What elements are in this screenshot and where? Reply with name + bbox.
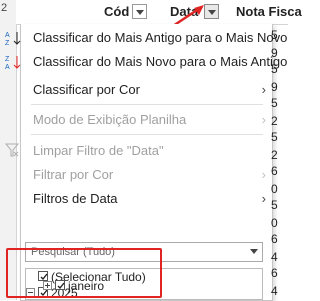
cell-value: 6	[271, 164, 278, 178]
menu-separator	[31, 134, 263, 135]
menu-filter-by-color: Filtrar por Cor ›	[21, 163, 272, 187]
header-cod: Cód	[104, 4, 130, 19]
menu-date-filters[interactable]: Filtros de Data ›	[21, 187, 272, 211]
clear-filter-icon	[5, 143, 19, 157]
cell-value: 5	[271, 96, 278, 110]
menu-sort-ascending-label: Classificar do Mais Antigo para o Mais N…	[33, 30, 288, 45]
menu-sheet-view-mode-label: Modo de Exibição Planilha	[33, 112, 187, 127]
svg-text:Z: Z	[5, 40, 10, 46]
svg-text:A: A	[5, 32, 10, 39]
menu-sheet-view-mode: Modo de Exibição Planilha ›	[21, 108, 272, 132]
row-number: 2	[1, 2, 8, 14]
menu-filter-by-color-label: Filtrar por Cor	[33, 167, 114, 182]
filter-dropdown-cod[interactable]	[132, 4, 147, 19]
cell-value: 5	[271, 130, 278, 144]
menu-separator	[31, 104, 263, 105]
cell-value: 0	[271, 216, 278, 230]
chevron-down-icon	[136, 10, 144, 15]
chevron-down-icon	[250, 249, 258, 254]
cell-value: 5	[271, 62, 278, 76]
menu-sort-descending[interactable]: Z A Classificar do Mais Novo para o Mais…	[5, 50, 287, 74]
cell-value: 9	[271, 80, 278, 94]
svg-text:Z: Z	[5, 56, 10, 63]
highlight-box-annotation	[6, 248, 162, 298]
chevron-right-icon: ›	[261, 167, 266, 182]
cell-value: 4	[271, 250, 278, 264]
menu-clear-filter-label: Limpar Filtro de "Data"	[33, 143, 164, 158]
header-nota-fiscal: Nota Fisca	[236, 4, 302, 19]
chevron-right-icon: ›	[261, 82, 266, 97]
cell-value: 4	[271, 284, 278, 298]
sort-za-icon: Z A	[5, 56, 21, 70]
cell-value: 6	[271, 232, 278, 246]
cell-value: 2	[271, 114, 278, 128]
menu-sort-descending-label: Classificar do Mais Novo para o Mais Ant…	[33, 54, 288, 69]
cell-value: 9	[271, 46, 278, 60]
cell-value: 5	[271, 28, 278, 42]
menu-clear-filter: Limpar Filtro de "Data"	[5, 139, 272, 163]
cell-value: 5	[271, 198, 278, 212]
chevron-right-icon: ›	[261, 191, 266, 206]
cell-value: 0	[271, 182, 278, 196]
svg-text:A: A	[5, 64, 10, 70]
cell-value: 6	[271, 266, 278, 280]
cell-value: 2	[271, 148, 278, 162]
menu-sort-ascending[interactable]: A Z Classificar do Mais Antigo para o Ma…	[5, 26, 287, 50]
right-column-values: 5 9 5 9 5 2 5 2 6 0 5 0 6 4 6 4	[271, 24, 288, 300]
menu-date-filters-label: Filtros de Data	[33, 191, 118, 206]
chevron-right-icon: ›	[261, 112, 266, 127]
sort-az-icon: A Z	[5, 32, 21, 46]
menu-sort-by-color-label: Classificar por Cor	[33, 82, 140, 97]
menu-sort-by-color[interactable]: Classificar por Cor ›	[21, 78, 272, 102]
